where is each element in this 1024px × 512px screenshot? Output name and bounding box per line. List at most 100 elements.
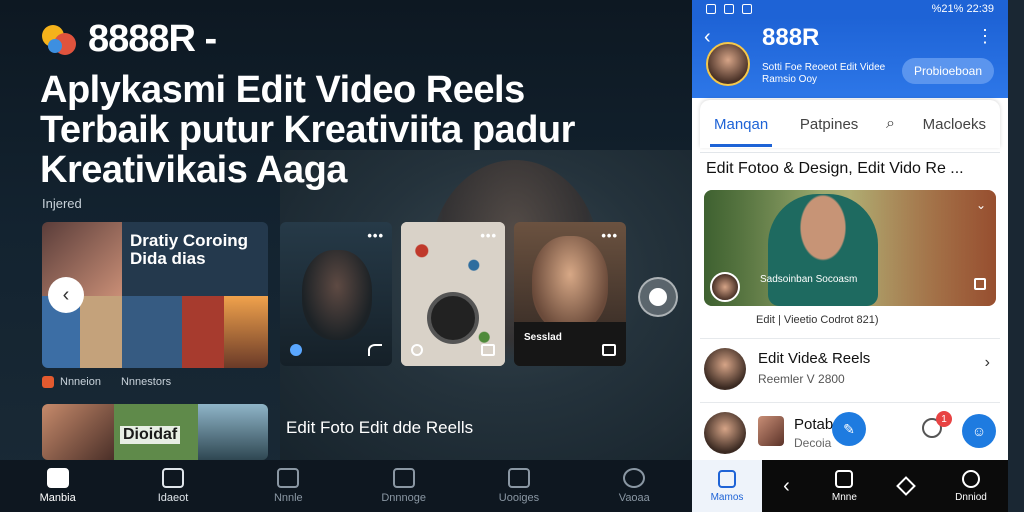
nav-label: Vaoaa	[618, 492, 650, 504]
brand-logo-icon	[40, 21, 78, 59]
nav-label: Dnnnoge	[381, 492, 426, 504]
notification-badge: 1	[936, 411, 952, 427]
caption-text: Nnneion	[60, 376, 101, 388]
nav-item-home[interactable]: Manbia	[0, 460, 115, 512]
tab-manqan[interactable]: Manqan	[710, 108, 773, 147]
divider	[700, 338, 1000, 339]
video-icon	[835, 469, 854, 488]
edit-icon: ✎	[843, 420, 855, 437]
diamond-icon[interactable]	[896, 476, 916, 496]
crop-icon	[481, 344, 495, 356]
tab-bar: Manqan Patpines ⌕ Macloeks	[700, 100, 1000, 148]
nav-label: Mnne	[831, 491, 857, 503]
brand-title: 8888R -	[88, 18, 217, 60]
phone-nav-item-home[interactable]: Mamos	[692, 460, 762, 512]
phone-nav-item-profile[interactable]: Dnniod	[955, 469, 987, 503]
video-card-camera[interactable]: •••	[401, 222, 505, 366]
more-options-icon[interactable]: •••	[480, 228, 497, 243]
home-icon	[718, 469, 736, 488]
chevron-down-icon[interactable]: ⌄	[976, 198, 986, 212]
caption-icon[interactable]	[974, 278, 986, 290]
crop-icon	[602, 344, 616, 356]
search-icon[interactable]: ⌕	[886, 115, 895, 133]
thumbnail-image	[758, 416, 784, 446]
nav-item-gallery[interactable]: Uooiges	[461, 460, 576, 512]
video-card-portrait[interactable]: •••	[280, 222, 392, 366]
app-screen: 8888R - Aplykasmi Edit Video Reels Terba…	[0, 0, 1024, 512]
tab-macloeks[interactable]: Macloeks	[919, 108, 990, 141]
brand: 8888R -	[40, 18, 217, 61]
avatar	[704, 348, 746, 390]
nav-label: Manbia	[39, 492, 76, 504]
video-card-thumb[interactable]: Dioidaf	[42, 404, 268, 460]
section-title: Edit Fotoo & Design, Edit Vido Re ...	[706, 160, 964, 177]
section-label: Injered	[42, 196, 82, 211]
edit-icon	[277, 468, 300, 488]
gallery-icon	[507, 468, 530, 488]
nav-label: Mamos	[710, 491, 744, 503]
carousel-next-button[interactable]	[638, 277, 678, 317]
chevron-right-icon: ›	[984, 354, 990, 371]
card-caption: Nnneion Nnnestors	[42, 376, 171, 388]
featured-video-card[interactable]: ⌄ Sadsoinban Socoasm	[704, 190, 996, 306]
avatar	[710, 272, 740, 302]
divider	[700, 402, 1000, 403]
curve-icon	[368, 344, 382, 356]
phone-nav-dark: ‹ Mnne Dnniod	[762, 460, 1008, 512]
thumbnail-image	[42, 404, 114, 460]
list-item-title: Potab	[794, 416, 834, 433]
divider	[700, 152, 1000, 153]
profile-fab-button[interactable]: ☺	[962, 414, 996, 448]
card-title: Dioidaf	[120, 426, 181, 444]
creator-name: Sadsoinban Socoasm	[760, 274, 858, 285]
nav-item-edit[interactable]: Nnnle	[231, 460, 346, 512]
sparkle-icon	[623, 468, 646, 488]
nav-item-video[interactable]: Idaeot	[115, 460, 230, 512]
thumbnail-image	[122, 296, 182, 368]
person-image	[532, 236, 608, 332]
record-icon	[649, 288, 667, 306]
nav-item-effects[interactable]: Vaoaa	[577, 460, 692, 512]
app-subtitle: Sotti Foe Reoeot Edit Videe Ramsio Ooy	[762, 62, 886, 85]
promo-area: 8888R - Aplykasmi Edit Video Reels Terba…	[0, 0, 692, 512]
list-item-subtitle: Reemler V 2800	[758, 372, 845, 386]
phone-screen: %21% 22:39 ‹ 888R ⋮ Sotti Foe Reoeot Edi…	[692, 0, 1008, 512]
camera-image	[427, 292, 479, 344]
header-action-button[interactable]: Probioeboan	[901, 58, 994, 84]
app-title: 888R	[762, 24, 820, 51]
nav-item-upload[interactable]: Dnnnoge	[346, 460, 461, 512]
video-icon	[161, 468, 184, 488]
avatar[interactable]	[706, 42, 750, 86]
status-time: %21% 22:39	[931, 3, 994, 15]
carousel-prev-button[interactable]: ‹	[48, 277, 84, 313]
chat-icon: ☺	[971, 423, 987, 439]
video-card-creator[interactable]: Sesslad •••	[514, 222, 626, 366]
chevron-left-icon: ‹	[62, 283, 70, 306]
phone-nav-item-video[interactable]: Mnne	[831, 469, 857, 503]
card-title: Dratiy Coroing Dida dias	[130, 231, 249, 268]
tab-patpines[interactable]: Patpines	[796, 108, 862, 141]
edit-fab-button[interactable]: ✎	[832, 412, 866, 446]
more-options-icon[interactable]: •••	[601, 228, 618, 243]
person-image	[768, 194, 878, 306]
list-item-subtitle: Decoia	[794, 436, 832, 450]
status-icons	[706, 4, 752, 14]
back-arrow-icon[interactable]: ‹	[704, 26, 711, 49]
notification-icon	[706, 4, 716, 14]
list-item-title: Edit Vide& Reels	[758, 350, 871, 367]
more-options-icon[interactable]: •••	[367, 228, 384, 243]
notification-icon	[742, 4, 752, 14]
list-item[interactable]: Edit Vide& Reels Reemler V 2800 ›	[704, 346, 996, 396]
headline: Aplykasmi Edit Video Reels Terbaik putur…	[40, 69, 575, 191]
thumbnail-image	[80, 296, 122, 368]
location-icon	[290, 344, 302, 356]
back-arrow-icon[interactable]: ‹	[783, 475, 790, 498]
app-icon	[42, 376, 54, 388]
overflow-menu-icon[interactable]: ⋮	[976, 26, 994, 47]
featured-caption: Edit | Vieetio Codrot 821)	[756, 314, 879, 326]
thumbnail-image	[224, 296, 268, 368]
shirt-text: Sesslad	[524, 332, 562, 343]
phone-header: ‹ 888R ⋮ Sotti Foe Reoeot Edit Videe Ram…	[692, 18, 1008, 98]
bottom-navigation: Manbia Idaeot Nnnle Dnnnoge Uooiges Vaoa…	[0, 460, 692, 512]
gear-icon	[411, 344, 423, 356]
